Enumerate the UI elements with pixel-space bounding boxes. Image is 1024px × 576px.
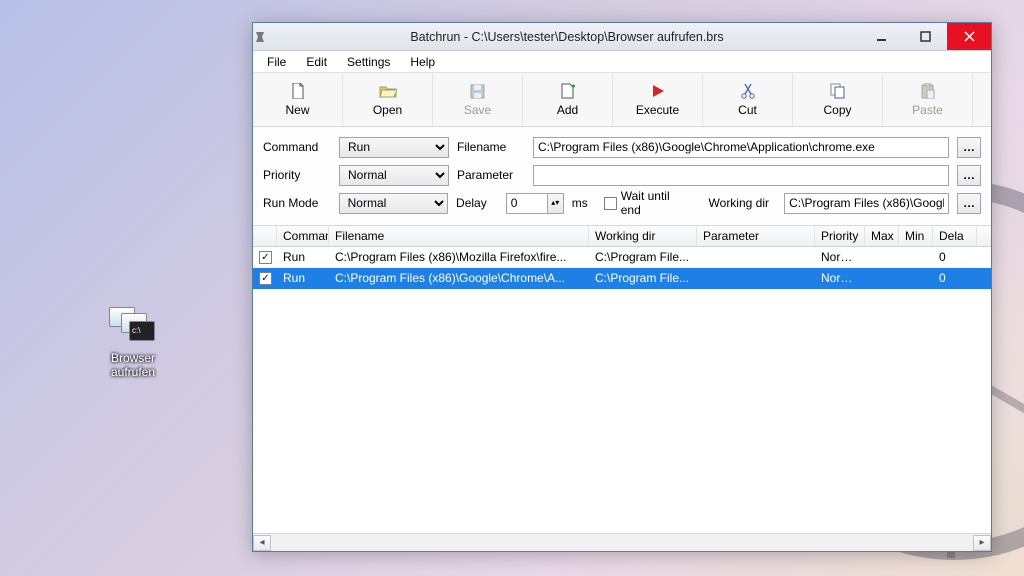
- filename-label: Filename: [457, 140, 525, 154]
- paste-button[interactable]: Paste: [883, 73, 973, 126]
- col-workingdir[interactable]: Working dir: [589, 226, 697, 246]
- window-title: Batchrun - C:\Users\tester\Desktop\Brows…: [275, 30, 859, 44]
- delay-label: Delay: [456, 196, 498, 210]
- close-button[interactable]: [947, 23, 991, 50]
- new-label: New: [285, 103, 309, 117]
- cell-workingdir: C:\Program File...: [589, 271, 697, 285]
- new-button[interactable]: New: [253, 73, 343, 126]
- checkbox-icon: [604, 197, 617, 210]
- save-icon: [470, 82, 485, 100]
- parameter-field[interactable]: [533, 165, 949, 186]
- runmode-select[interactable]: Normal: [339, 193, 448, 214]
- parameter-browse-button[interactable]: …: [957, 165, 981, 186]
- cell-delay: 0: [933, 271, 977, 285]
- save-button[interactable]: Save: [433, 73, 523, 126]
- titlebar[interactable]: Batchrun - C:\Users\tester\Desktop\Brows…: [253, 23, 991, 51]
- new-icon: [291, 82, 305, 100]
- cell-priority: Normal: [815, 271, 865, 285]
- desktop-shortcut-label: Browser aufrufen: [88, 351, 178, 379]
- filename-field[interactable]: [533, 137, 949, 158]
- delay-stepper[interactable]: ▴▾: [506, 193, 564, 214]
- desktop-shortcut[interactable]: c:\ Browser aufrufen: [88, 305, 178, 379]
- cell-filename: C:\Program Files (x86)\Mozilla Firefox\f…: [329, 250, 589, 264]
- add-button[interactable]: Add: [523, 73, 613, 126]
- add-icon: [560, 82, 576, 100]
- command-label: Command: [263, 140, 331, 154]
- col-command[interactable]: Command: [277, 226, 329, 246]
- execute-label: Execute: [636, 103, 679, 117]
- row-checkbox-icon[interactable]: ✓: [259, 251, 272, 264]
- menu-edit[interactable]: Edit: [296, 53, 337, 71]
- cut-button[interactable]: Cut: [703, 73, 793, 126]
- cell-delay: 0: [933, 250, 977, 264]
- priority-label: Priority: [263, 168, 331, 182]
- parameter-label: Parameter: [457, 168, 525, 182]
- workingdir-label: Working dir: [709, 196, 777, 210]
- cell-command: Run: [277, 271, 329, 285]
- app-icon: [253, 30, 275, 44]
- open-button[interactable]: Open: [343, 73, 433, 126]
- table-body[interactable]: ✓ RunC:\Program Files (x86)\Mozilla Firef…: [253, 247, 991, 533]
- add-label: Add: [557, 103, 578, 117]
- toolbar: New Open Save Add Execute Cut Copy Past: [253, 73, 991, 127]
- minimize-button[interactable]: [859, 23, 903, 50]
- menu-settings[interactable]: Settings: [337, 53, 400, 71]
- cell-filename: C:\Program Files (x86)\Google\Chrome\A..…: [329, 271, 589, 285]
- horizontal-scrollbar[interactable]: ◂ ▸: [253, 533, 991, 551]
- filename-browse-button[interactable]: …: [957, 137, 981, 158]
- execute-icon: [651, 82, 665, 100]
- cut-icon: [741, 82, 755, 100]
- wait-checkbox[interactable]: Wait until end: [604, 189, 693, 217]
- open-label: Open: [373, 103, 402, 117]
- menu-file[interactable]: File: [257, 53, 296, 71]
- command-select[interactable]: Run: [339, 137, 449, 158]
- execute-button[interactable]: Execute: [613, 73, 703, 126]
- table-header: Command Filename Working dir Parameter P…: [253, 226, 991, 247]
- col-priority[interactable]: Priority: [815, 226, 865, 246]
- maximize-button[interactable]: [903, 23, 947, 50]
- col-min[interactable]: Min: [899, 226, 933, 246]
- save-label: Save: [464, 103, 491, 117]
- workingdir-field[interactable]: [784, 193, 949, 214]
- col-filename[interactable]: Filename: [329, 226, 589, 246]
- cell-priority: Normal: [815, 250, 865, 264]
- paste-icon: [920, 82, 935, 100]
- app-window: Batchrun - C:\Users\tester\Desktop\Brows…: [252, 22, 992, 552]
- priority-select[interactable]: Normal: [339, 165, 449, 186]
- delay-spinner-icon[interactable]: ▴▾: [548, 193, 564, 214]
- col-delay[interactable]: Dela: [933, 226, 977, 246]
- copy-icon: [830, 82, 846, 100]
- cell-command: Run: [277, 250, 329, 264]
- menubar: File Edit Settings Help: [253, 51, 991, 73]
- paste-label: Paste: [912, 103, 943, 117]
- open-icon: [379, 82, 397, 100]
- scroll-left-icon[interactable]: ◂: [253, 535, 271, 551]
- scroll-right-icon[interactable]: ▸: [973, 535, 991, 551]
- desktop-shortcut-icon: c:\: [107, 305, 159, 347]
- delay-field[interactable]: [506, 193, 548, 214]
- delay-unit: ms: [572, 196, 588, 210]
- wait-label: Wait until end: [621, 189, 693, 217]
- menu-help[interactable]: Help: [400, 53, 445, 71]
- cell-workingdir: C:\Program File...: [589, 250, 697, 264]
- workingdir-browse-button[interactable]: …: [957, 193, 981, 214]
- row-checkbox-icon[interactable]: ✓: [259, 272, 272, 285]
- runmode-label: Run Mode: [263, 196, 331, 210]
- cut-label: Cut: [738, 103, 757, 117]
- scroll-track[interactable]: [271, 535, 973, 551]
- table-row[interactable]: ✓ RunC:\Program Files (x86)\Google\Chrome…: [253, 268, 991, 289]
- copy-button[interactable]: Copy: [793, 73, 883, 126]
- col-parameter[interactable]: Parameter: [697, 226, 815, 246]
- command-table: Command Filename Working dir Parameter P…: [253, 226, 991, 551]
- col-max[interactable]: Max: [865, 226, 899, 246]
- command-form: Command Run Filename … Priority Normal P…: [253, 127, 991, 226]
- table-row[interactable]: ✓ RunC:\Program Files (x86)\Mozilla Firef…: [253, 247, 991, 268]
- copy-label: Copy: [823, 103, 851, 117]
